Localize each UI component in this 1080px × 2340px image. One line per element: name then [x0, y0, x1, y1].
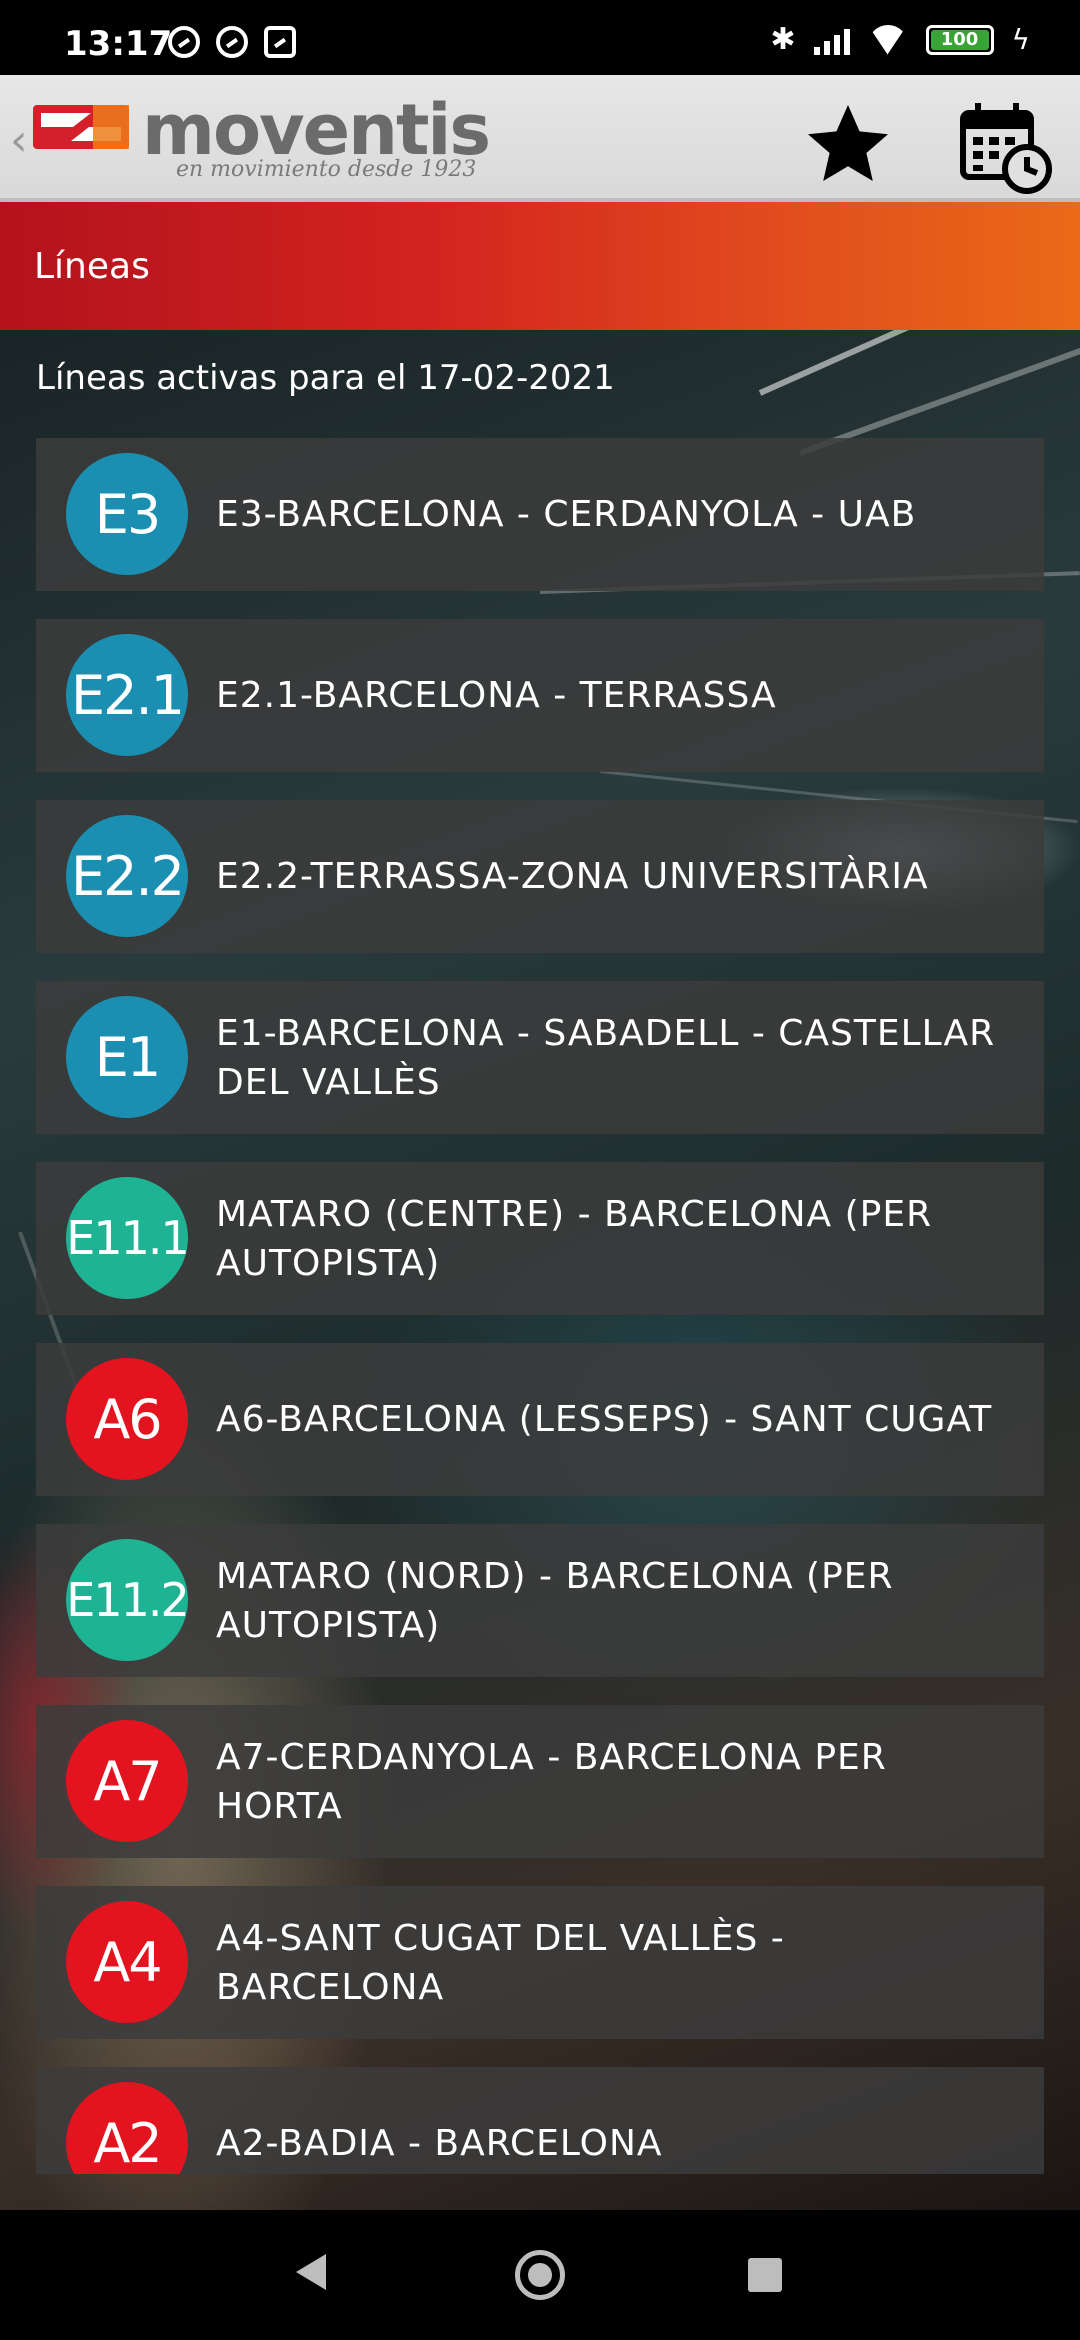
active-lines-date: Líneas activas para el 17-02-2021: [36, 358, 615, 398]
line-badge: E11.1: [66, 1177, 190, 1299]
signal-icon: [813, 25, 850, 55]
line-badge: E2.1: [66, 634, 188, 756]
moventis-logo-icon: [33, 105, 129, 149]
line-name: A7-CERDANYOLA - BARCELONA PER HORTA: [216, 1736, 887, 1827]
notification-icon: [216, 26, 248, 58]
line-list-item[interactable]: A2 A2-BADIA - BARCELONA: [36, 2067, 1044, 2174]
back-chevron-icon[interactable]: ‹: [10, 115, 28, 166]
line-badge: E3: [66, 453, 188, 575]
line-name: E2.1-BARCELONA - TERRASSA: [216, 675, 777, 716]
line-list-item[interactable]: E2.1 E2.1-BARCELONA - TERRASSA: [36, 619, 1044, 772]
line-badge: A7: [66, 1720, 188, 1842]
wifi-icon: [868, 25, 908, 55]
battery-level: 100: [940, 28, 979, 50]
line-list-item[interactable]: A4 A4-SANT CUGAT DEL VALLÈS - BARCELONA: [36, 1886, 1044, 2039]
line-list-item[interactable]: E11.2 MATARO (NORD) - BARCELONA (PER AUT…: [36, 1524, 1044, 1677]
line-name: E2.2-TERRASSA-ZONA UNIVERSITÀRIA: [216, 856, 929, 897]
line-list-item[interactable]: E2.2 E2.2-TERRASSA-ZONA UNIVERSITÀRIA: [36, 800, 1044, 953]
status-time: 13:17: [64, 24, 173, 64]
line-list-item[interactable]: A7 A7-CERDANYOLA - BARCELONA PER HORTA: [36, 1705, 1044, 1858]
bluetooth-icon: ✱: [770, 22, 796, 57]
line-badge: E2.2: [66, 815, 188, 937]
line-name: A2-BADIA - BARCELONA: [216, 2123, 663, 2164]
line-name: MATARO (CENTRE) - BARCELONA (PER AUTOPIS…: [216, 1193, 933, 1284]
line-list-item[interactable]: E1 E1-BARCELONA - SABADELL - CASTELLAR D…: [36, 981, 1044, 1134]
calendar-clock-icon[interactable]: [955, 97, 1055, 197]
line-badge: A6: [66, 1358, 188, 1480]
line-badge: A4: [66, 1901, 188, 2023]
section-title: Líneas: [34, 246, 150, 287]
line-name: A4-SANT CUGAT DEL VALLÈS - BARCELONA: [216, 1917, 785, 2008]
line-badge: E1: [66, 996, 188, 1118]
nav-home-icon[interactable]: [515, 2250, 565, 2300]
status-bar: 13:17 ✱ 100 ϟ: [0, 0, 1080, 75]
line-list-item[interactable]: A6 A6-BARCELONA (LESSEPS) - SANT CUGAT: [36, 1343, 1044, 1496]
line-list-item[interactable]: E3 E3-BARCELONA - CERDANYOLA - UAB: [36, 438, 1044, 591]
nav-recents-icon[interactable]: [748, 2258, 782, 2292]
app-header: ‹ moventis en movimiento desde 1923: [0, 75, 1080, 202]
nav-back-icon[interactable]: [296, 2254, 326, 2290]
system-navigation-bar: [0, 2210, 1080, 2340]
line-name: A6-BARCELONA (LESSEPS) - SANT CUGAT: [216, 1399, 993, 1440]
notification-icon: [168, 26, 200, 58]
line-name: MATARO (NORD) - BARCELONA (PER AUTOPISTA…: [216, 1555, 894, 1646]
section-title-bar: Líneas: [0, 202, 1080, 330]
line-list-item[interactable]: E11.1 MATARO (CENTRE) - BARCELONA (PER A…: [36, 1162, 1044, 1315]
line-name: E1-BARCELONA - SABADELL - CASTELLAR DEL …: [216, 1012, 996, 1103]
brand-tagline: en movimiento desde 1923: [176, 157, 477, 182]
favorites-star-icon[interactable]: [800, 97, 896, 193]
line-name: E3-BARCELONA - CERDANYOLA - UAB: [216, 494, 917, 535]
upload-icon: [264, 26, 296, 58]
line-badge: A2: [66, 2082, 188, 2174]
notification-icons: [168, 26, 296, 58]
charging-icon: ϟ: [1011, 23, 1030, 56]
system-icons: ✱ 100 ϟ: [770, 22, 1030, 57]
battery-icon: 100: [925, 24, 994, 55]
line-badge: E11.2: [66, 1539, 190, 1661]
